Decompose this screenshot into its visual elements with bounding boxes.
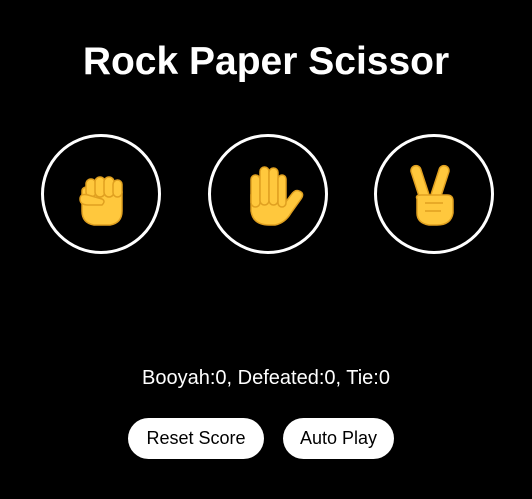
paper-button[interactable] xyxy=(208,134,328,254)
page-title: Rock Paper Scissor xyxy=(82,40,450,83)
victory-hand-icon xyxy=(410,164,454,226)
reset-score-button[interactable]: Reset Score xyxy=(128,418,264,459)
raised-hand-icon xyxy=(250,166,304,226)
rock-button[interactable] xyxy=(41,134,161,254)
game-page: Rock Paper Scissor Booyah:0, Defeated:0,… xyxy=(0,0,532,499)
score-text: Booyah:0, Defeated:0, Tie:0 xyxy=(142,367,390,389)
scissor-button[interactable] xyxy=(374,134,494,254)
raised-fist-icon xyxy=(79,176,123,226)
auto-play-button[interactable]: Auto Play xyxy=(283,418,394,459)
